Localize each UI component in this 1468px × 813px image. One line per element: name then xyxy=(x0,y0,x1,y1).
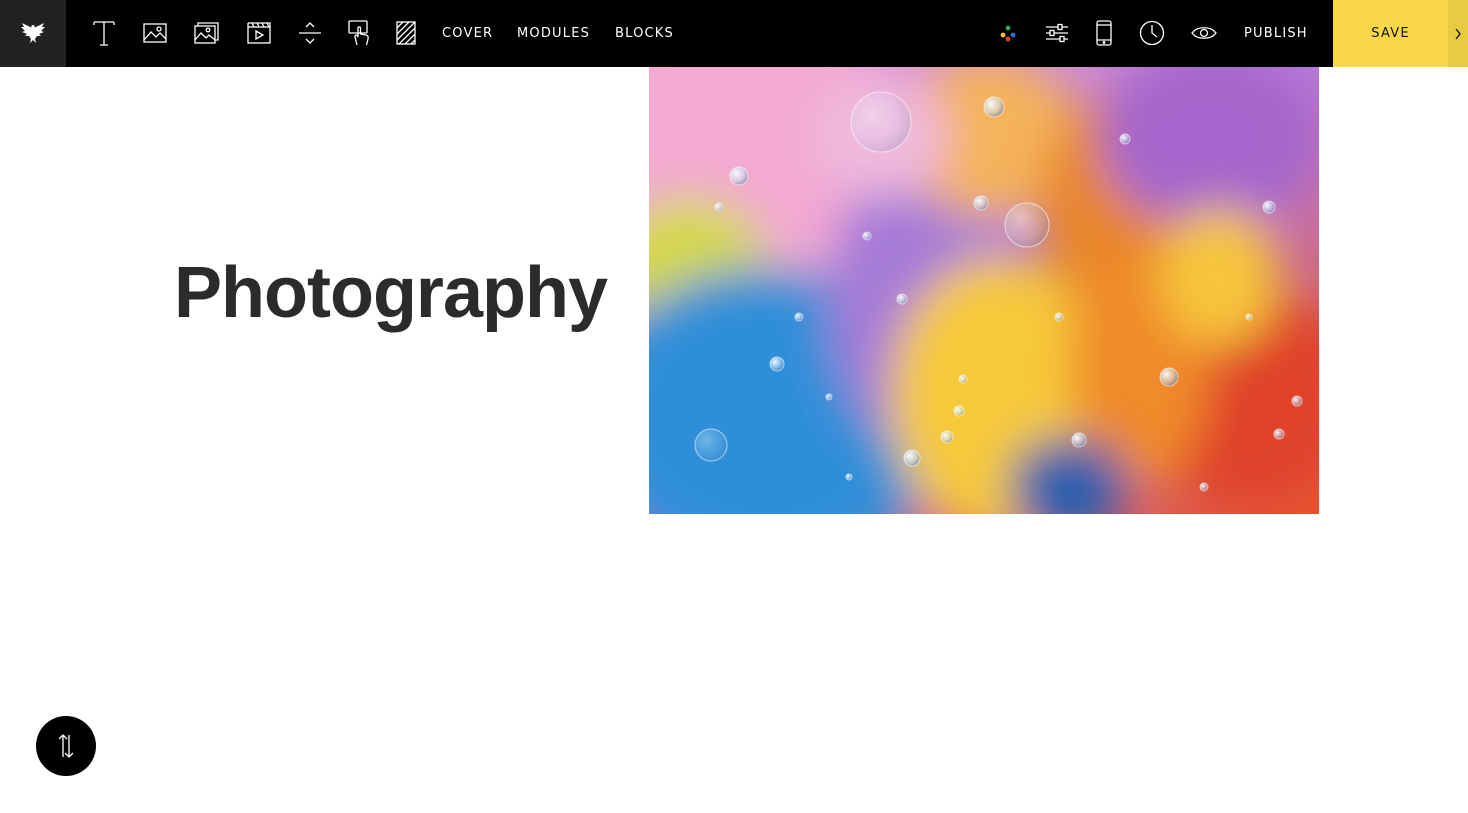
hand-pointer-icon xyxy=(348,20,369,46)
mobile-icon xyxy=(1096,20,1112,46)
text-tool[interactable] xyxy=(85,14,123,52)
top-toolbar: COVER MODULES BLOCKS PUBLISH SAVE xyxy=(0,0,1468,67)
modules-menu[interactable]: MODULES xyxy=(517,0,590,67)
sliders-icon xyxy=(1046,23,1068,43)
interaction-tool[interactable] xyxy=(341,14,379,52)
blocks-menu[interactable]: BLOCKS xyxy=(615,0,674,67)
hatch-pattern-icon xyxy=(396,21,416,45)
settings-button[interactable] xyxy=(1038,14,1076,52)
image-grid-tool[interactable] xyxy=(188,14,226,52)
page-title[interactable]: Photography xyxy=(174,248,608,338)
eye-icon xyxy=(1191,27,1217,39)
palette-icon xyxy=(1000,25,1016,42)
hero-image[interactable] xyxy=(649,67,1319,514)
eagle-logo-icon[interactable] xyxy=(0,0,66,67)
divider-tool[interactable] xyxy=(291,14,329,52)
publish-button[interactable]: PUBLISH xyxy=(1244,0,1308,67)
image-grid-icon xyxy=(194,22,219,44)
video-tool[interactable] xyxy=(240,14,278,52)
video-icon xyxy=(247,22,271,44)
palette-button[interactable] xyxy=(989,14,1027,52)
preview-button[interactable] xyxy=(1185,14,1223,52)
save-button[interactable]: SAVE xyxy=(1333,0,1448,67)
text-icon xyxy=(93,21,115,46)
save-options-button[interactable] xyxy=(1448,0,1468,67)
chevron-right-icon xyxy=(1455,28,1461,39)
image-tool[interactable] xyxy=(136,14,174,52)
clock-icon xyxy=(1139,20,1165,46)
background-tool[interactable] xyxy=(387,14,425,52)
mobile-preview-button[interactable] xyxy=(1085,14,1123,52)
swap-vertical-icon xyxy=(58,734,74,758)
spacing-icon xyxy=(299,22,321,44)
cover-menu[interactable]: COVER xyxy=(442,0,493,67)
history-button[interactable] xyxy=(1133,14,1171,52)
image-icon xyxy=(143,23,167,43)
reorder-button[interactable] xyxy=(36,716,96,776)
